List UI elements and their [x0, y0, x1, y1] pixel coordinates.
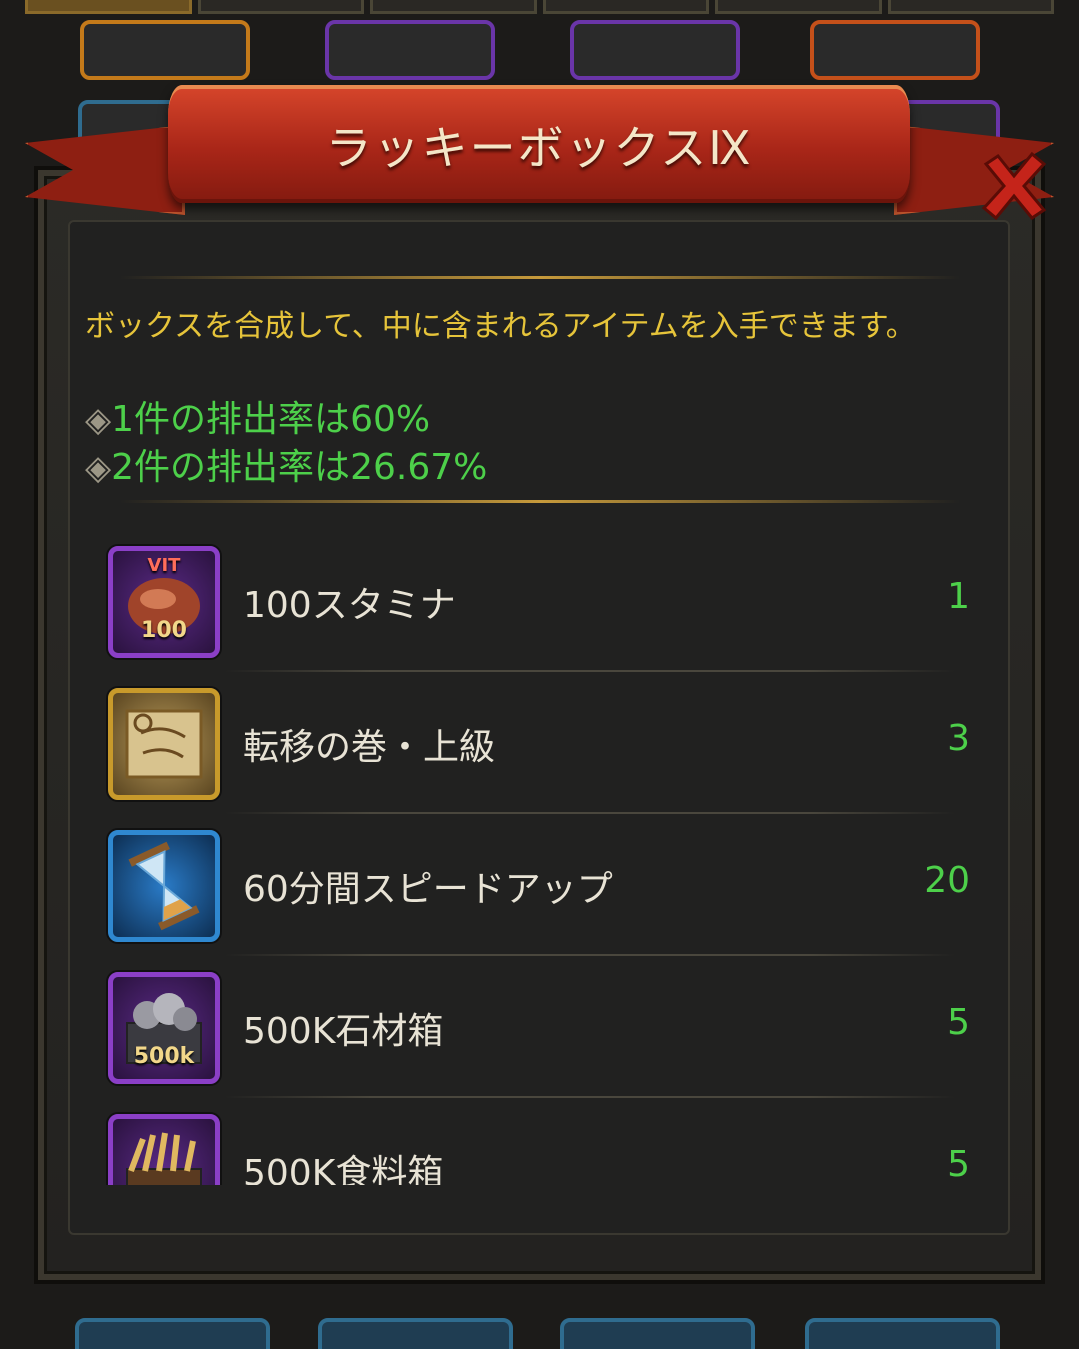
- dialog-title: ラッキーボックスⅨ: [325, 121, 753, 175]
- diamond-icon: ◈: [85, 448, 112, 488]
- item-name: 500K食料箱: [243, 1153, 444, 1185]
- teleport-scroll-icon: [108, 688, 220, 800]
- divider-top: [120, 276, 960, 279]
- hourglass-icon: [108, 830, 220, 942]
- item-quantity: 1: [947, 576, 970, 617]
- icon-badge: 100: [141, 618, 187, 643]
- background-slot: [318, 1318, 513, 1349]
- stone-box-icon: 500k: [108, 972, 220, 1084]
- item-quantity: 5: [947, 1144, 970, 1185]
- list-item: 500k 500K石材箱 5: [75, 956, 985, 1098]
- item-list[interactable]: VIT 100 100スタミナ 1 転移の巻・上級 3 60分間スピードアップ …: [75, 530, 985, 1185]
- background-slot: [805, 1318, 1000, 1349]
- icon-badge: 500k: [133, 1044, 195, 1069]
- rate-label: 1件の排出率は: [111, 399, 351, 440]
- background-tab: [715, 0, 882, 14]
- item-quantity: 20: [924, 860, 970, 901]
- list-item: 60分間スピードアップ 20: [75, 814, 985, 956]
- diamond-icon: ◈: [85, 400, 112, 440]
- rate-line-2: ◈2件の排出率は26.67%: [85, 438, 487, 490]
- divider-middle: [120, 500, 960, 503]
- description-text: ボックスを合成して、中に含まれるアイテムを入手できます。: [85, 309, 916, 344]
- background-tab: [887, 0, 1054, 14]
- background-slot: [570, 20, 740, 80]
- rate-value: 60%: [350, 399, 431, 440]
- background-tab: [25, 0, 192, 14]
- item-name: 転移の巻・上級: [243, 727, 496, 768]
- background-slot: [560, 1318, 755, 1349]
- rate-line-1: ◈1件の排出率は60%: [85, 390, 430, 442]
- icon-badge-top: VIT: [147, 555, 181, 576]
- rate-value: 26.67%: [350, 447, 488, 488]
- close-icon: [981, 151, 1047, 221]
- background-slot: [325, 20, 495, 80]
- item-quantity: 5: [947, 1002, 970, 1043]
- list-item: 転移の巻・上級 3: [75, 672, 985, 814]
- background-tab: [542, 0, 709, 14]
- list-item: 500k 500K食料箱 5: [75, 1098, 985, 1185]
- item-name: 100スタミナ: [243, 585, 456, 626]
- stamina-icon: VIT 100: [108, 546, 220, 658]
- item-quantity: 3: [947, 718, 970, 759]
- background-slot: [810, 20, 980, 80]
- background-tab: [370, 0, 537, 14]
- background-tab: [197, 0, 364, 14]
- close-button[interactable]: [978, 150, 1050, 222]
- background-slot: [80, 20, 250, 80]
- item-name: 60分間スピードアップ: [243, 869, 613, 910]
- food-box-icon: 500k: [108, 1114, 220, 1185]
- item-name: 500K石材箱: [243, 1011, 444, 1052]
- rate-label: 2件の排出率は: [111, 447, 351, 488]
- background-slot: [75, 1318, 270, 1349]
- list-item: VIT 100 100スタミナ 1: [75, 530, 985, 672]
